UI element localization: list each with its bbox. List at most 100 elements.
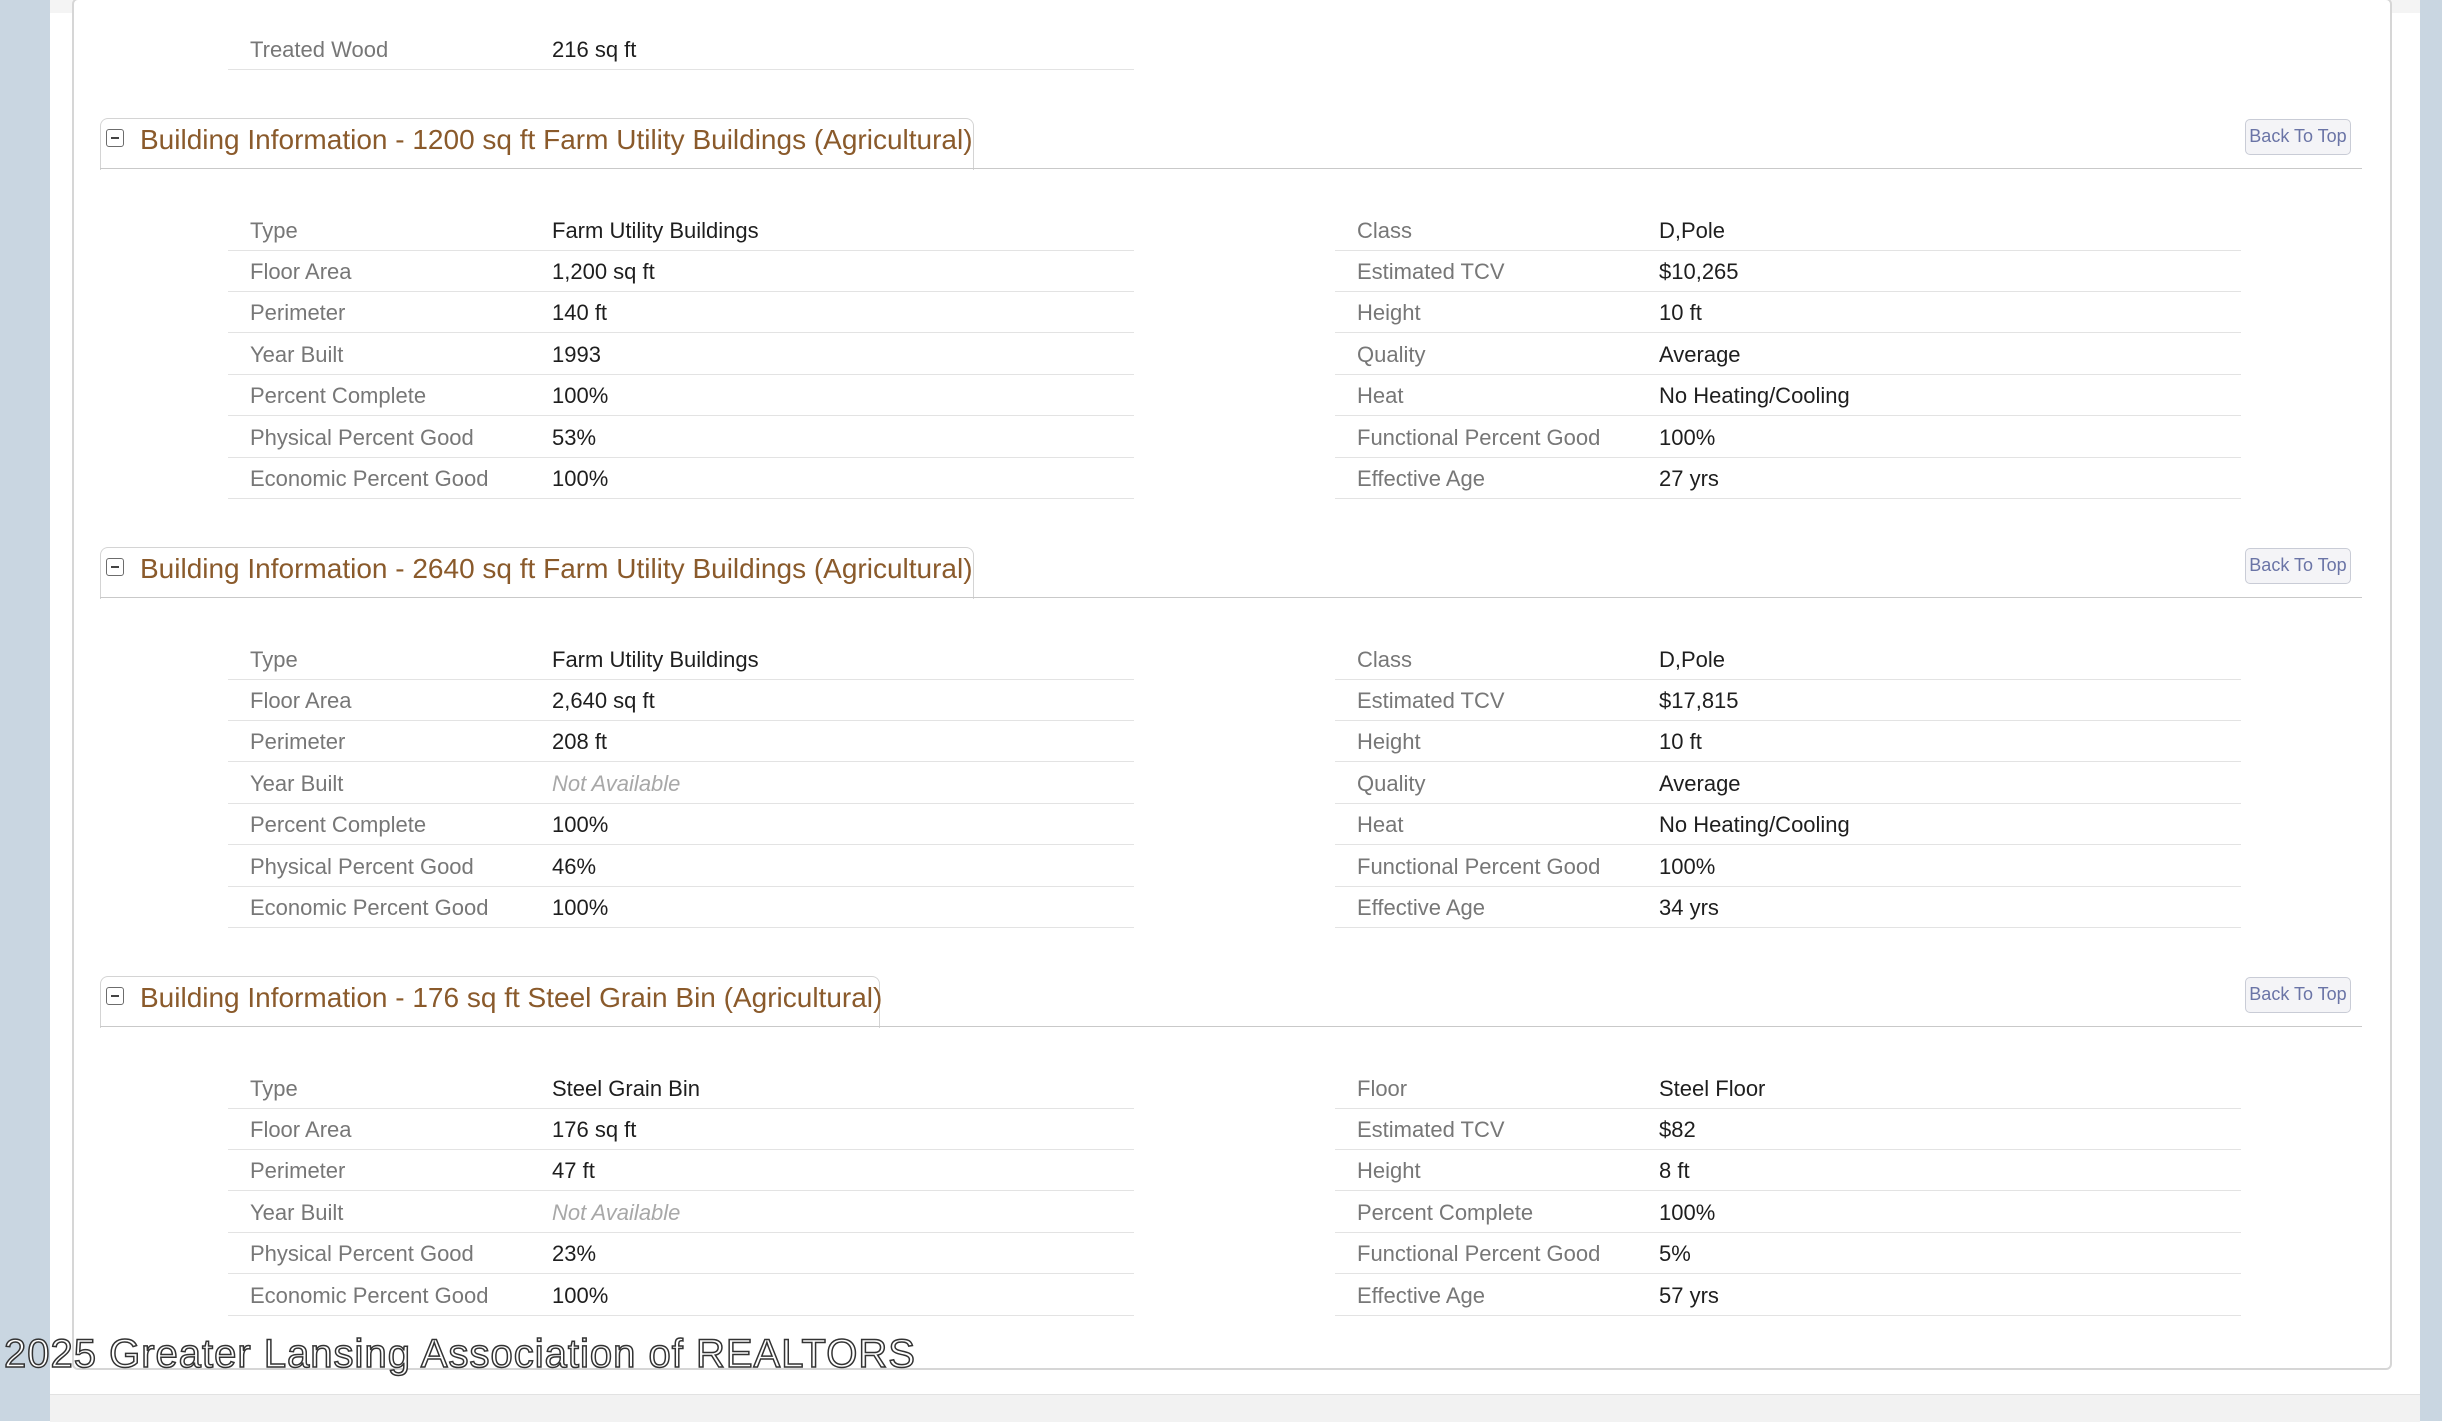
table-row: Perimeter 208 ft [228, 722, 1134, 762]
table-row: Percent Complete 100% [1335, 1193, 2241, 1233]
row-label: Physical Percent Good [250, 854, 474, 879]
row-value: Average [1659, 342, 1741, 367]
row-value: 1993 [552, 342, 601, 367]
row-label: Effective Age [1357, 466, 1486, 491]
table-row: Physical Percent Good 46% [228, 847, 1134, 887]
row-value: 47 ft [552, 1158, 595, 1183]
row-value: Steel Floor [1659, 1076, 1766, 1101]
table-row: Physical Percent Good 53% [228, 418, 1134, 458]
table-row: Economic Percent Good 100% [228, 459, 1134, 499]
row-label: Heat [1357, 383, 1404, 408]
table-row: Height 10 ft [1335, 293, 2241, 333]
table-row: Floor Area 2,640 sq ft [228, 681, 1134, 721]
row-label: Economic Percent Good [250, 1283, 489, 1308]
row-label: Physical Percent Good [250, 425, 474, 450]
row-label: Effective Age [1357, 1283, 1486, 1308]
row-value: 100% [552, 383, 609, 408]
row-value: 53% [552, 425, 597, 450]
section-divider [100, 597, 2362, 598]
row-value: 34 yrs [1659, 895, 1719, 920]
table-row: Type Farm Utility Buildings [228, 211, 1134, 251]
row-label: Type [250, 1076, 298, 1101]
table-row: Type Steel Grain Bin [228, 1069, 1134, 1109]
table-row: Perimeter 47 ft [228, 1151, 1134, 1191]
table-row: Estimated TCV $10,265 [1335, 252, 2241, 292]
row-value: 100% [552, 895, 609, 920]
table-row: Physical Percent Good 23% [228, 1234, 1134, 1274]
row-value: 23% [552, 1241, 597, 1266]
row-label: Class [1357, 647, 1413, 672]
row-value: 1,200 sq ft [552, 259, 655, 284]
row-label: Heat [1357, 812, 1404, 837]
table-row: Effective Age 27 yrs [1335, 459, 2241, 499]
row-value: No Heating/Cooling [1659, 383, 1850, 408]
copyright-watermark: 2025 Greater Lansing Association of REAL… [3, 1331, 916, 1377]
row-value: 10 ft [1659, 300, 1702, 325]
row-label: Floor Area [250, 688, 352, 713]
row-value-not-available: Not Available [552, 771, 681, 796]
row-value: 100% [552, 812, 609, 837]
table-row: Class D,Pole [1335, 211, 2241, 251]
row-value: $82 [1659, 1117, 1696, 1142]
row-label: Estimated TCV [1357, 259, 1505, 284]
row-value: 57 yrs [1659, 1283, 1719, 1308]
row-value: Average [1659, 771, 1741, 796]
collapse-icon[interactable] [106, 558, 124, 576]
row-value: 100% [552, 466, 609, 491]
back-to-top-button[interactable]: Back To Top [2245, 977, 2351, 1013]
row-label: Floor Area [250, 259, 352, 284]
row-label: Perimeter [250, 729, 346, 754]
row-value: 100% [1659, 425, 1716, 450]
row-value: 5% [1659, 1241, 1691, 1266]
left-page-gutter [0, 0, 50, 1421]
row-label: Economic Percent Good [250, 895, 489, 920]
row-value: 176 sq ft [552, 1117, 637, 1142]
row-label: Estimated TCV [1357, 1117, 1505, 1142]
table-row: Estimated TCV $82 [1335, 1110, 2241, 1150]
row-value: 100% [1659, 1200, 1716, 1225]
table-row: Quality Average [1335, 764, 2241, 804]
table-row: Year Built Not Available [228, 1193, 1134, 1233]
row-label: Quality [1357, 342, 1426, 367]
row-label: Floor [1357, 1076, 1408, 1101]
table-row: Functional Percent Good 5% [1335, 1234, 2241, 1274]
collapse-icon[interactable] [106, 129, 124, 147]
right-scrollbar-track[interactable] [2420, 0, 2442, 1421]
table-row: Economic Percent Good 100% [228, 888, 1134, 928]
table-row: Functional Percent Good 100% [1335, 418, 2241, 458]
row-label: Functional Percent Good [1357, 425, 1601, 450]
row-label: Year Built [250, 342, 344, 367]
row-value: 10 ft [1659, 729, 1702, 754]
row-label: Economic Percent Good [250, 466, 489, 491]
table-row: Height 8 ft [1335, 1151, 2241, 1191]
row-value: 8 ft [1659, 1158, 1690, 1183]
table-row: Heat No Heating/Cooling [1335, 376, 2241, 416]
row-value: 216 sq ft [552, 37, 637, 62]
row-value: 140 ft [552, 300, 608, 325]
row-label: Percent Complete [250, 383, 427, 408]
section-divider [100, 1026, 2362, 1027]
back-to-top-button[interactable]: Back To Top [2245, 548, 2351, 584]
row-value: $17,815 [1659, 688, 1739, 713]
row-label: Perimeter [250, 300, 346, 325]
row-value: Farm Utility Buildings [552, 647, 759, 672]
row-label: Functional Percent Good [1357, 854, 1601, 879]
table-row: Floor Area 1,200 sq ft [228, 252, 1134, 292]
row-value: D,Pole [1659, 218, 1726, 243]
table-row: Effective Age 34 yrs [1335, 888, 2241, 928]
row-value: $10,265 [1659, 259, 1739, 284]
row-label: Percent Complete [250, 812, 427, 837]
collapse-icon[interactable] [106, 987, 124, 1005]
table-row: Year Built Not Available [228, 764, 1134, 804]
back-to-top-button[interactable]: Back To Top [2245, 119, 2351, 155]
row-label: Type [250, 218, 298, 243]
table-row: Heat No Heating/Cooling [1335, 805, 2241, 845]
row-value: 46% [552, 854, 597, 879]
row-label: Height [1357, 300, 1421, 325]
row-label: Height [1357, 1158, 1421, 1183]
section-title: Building Information - 176 sq ft Steel G… [140, 982, 883, 1013]
row-label: Year Built [250, 771, 344, 796]
row-value: Steel Grain Bin [552, 1076, 700, 1101]
table-row: Quality Average [1335, 335, 2241, 375]
row-value: 27 yrs [1659, 466, 1719, 491]
